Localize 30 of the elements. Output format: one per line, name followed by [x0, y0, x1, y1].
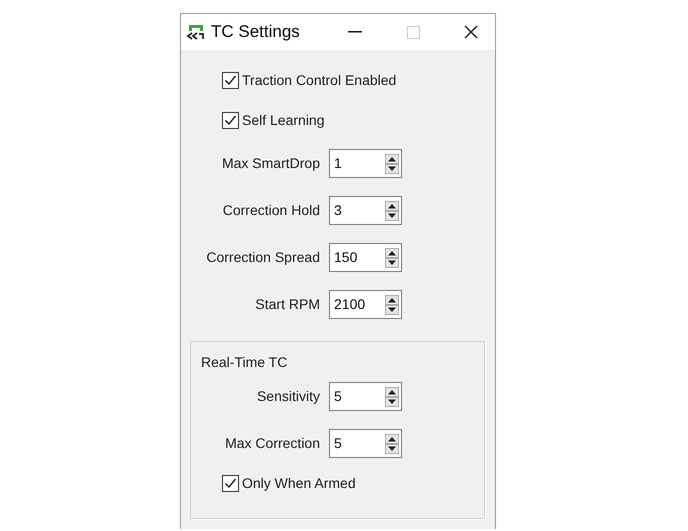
spin-box[interactable]: 5: [329, 382, 402, 411]
field-label: Correction Spread: [205, 248, 321, 267]
minimize-icon: [348, 31, 362, 33]
app-icon: [186, 23, 206, 41]
spin-box[interactable]: 5: [329, 429, 402, 458]
spin-box[interactable]: 2100: [329, 290, 402, 319]
checkbox[interactable]: Only When Armed: [222, 474, 484, 492]
checkmark-icon: [224, 114, 237, 126]
window-title: TC Settings: [211, 21, 300, 44]
checkmark-icon: [224, 74, 237, 86]
spinner-arrows-icon: [385, 154, 399, 174]
spinner-arrows-icon: [385, 386, 399, 406]
spinner-arrows-icon: [385, 200, 399, 220]
field-label: Start RPM: [254, 295, 321, 314]
spinner-arrows-icon: [385, 248, 399, 268]
checkbox[interactable]: Self Learning: [222, 111, 495, 129]
maximize-icon: [406, 26, 420, 38]
field-label: Correction Hold: [222, 201, 321, 220]
spinner-arrows-icon: [385, 294, 399, 314]
close-icon: [464, 25, 478, 39]
spin-box[interactable]: 1: [329, 149, 402, 178]
field-label: Max SmartDrop: [220, 154, 321, 173]
field-label: Max Correction: [224, 434, 321, 453]
checkmark-icon: [224, 476, 237, 490]
field-label: Sensitivity: [256, 387, 321, 406]
spin-box[interactable]: 3: [329, 196, 402, 225]
spinner-arrows-icon: [385, 434, 399, 454]
spin-box[interactable]: 150: [329, 243, 402, 272]
group-title: Real-Time TC: [201, 354, 288, 370]
checkbox[interactable]: Traction Control Enabled: [222, 71, 495, 89]
